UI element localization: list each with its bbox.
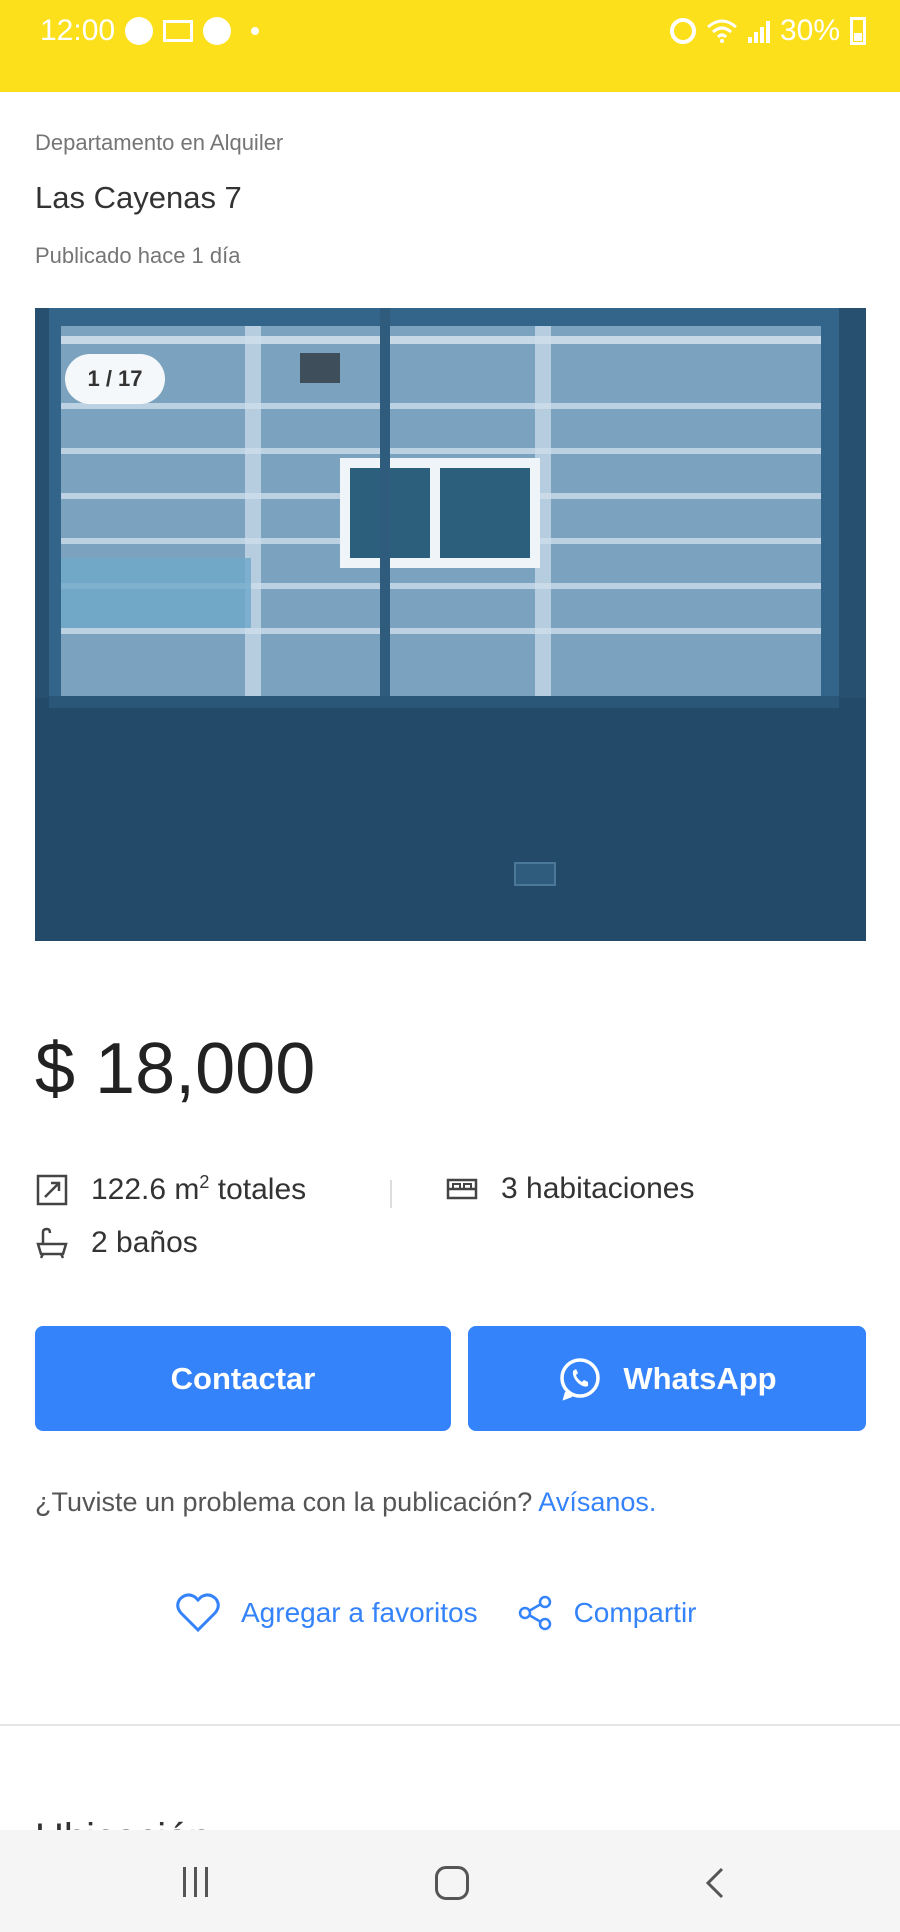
recents-icon[interactable] <box>183 1867 208 1897</box>
photo-gallery[interactable]: 1 / 17 <box>35 308 866 941</box>
add-favorite-button[interactable]: Agregar a favoritos <box>175 1592 478 1634</box>
listing-photo <box>35 308 866 941</box>
feature-area: 122.6 m2 totales <box>35 1172 306 1207</box>
home-icon[interactable] <box>435 1866 469 1900</box>
feature-rooms: 3 habitaciones <box>445 1172 694 1206</box>
report-problem-text: ¿Tuviste un problema con la publicación? <box>35 1487 539 1517</box>
bed-icon <box>446 1178 478 1200</box>
contact-button-label: Contactar <box>170 1360 316 1396</box>
status-time: 12:00 <box>40 14 116 47</box>
feature-baths: 2 baños <box>35 1226 198 1260</box>
feature-divider <box>390 1180 392 1208</box>
battery-icon <box>850 17 866 45</box>
system-nav-bar <box>0 1830 900 1932</box>
report-problem: ¿Tuviste un problema con la publicación?… <box>35 1487 656 1518</box>
photo-counter: 1 / 17 <box>65 354 165 404</box>
whatsapp-button[interactable]: WhatsApp <box>468 1326 866 1431</box>
section-divider <box>0 1724 900 1726</box>
wifi-icon <box>706 19 737 43</box>
report-problem-link[interactable]: Avísanos. <box>538 1487 656 1517</box>
feature-area-text: 122.6 m2 totales <box>91 1172 307 1206</box>
alarm-icon <box>669 18 696 44</box>
listing-title: Las Cayenas 7 <box>35 180 242 215</box>
heart-icon <box>176 1593 220 1633</box>
chrome-icon <box>203 17 232 45</box>
share-icon <box>518 1595 551 1631</box>
location-heading: Ubicación <box>35 1818 211 1830</box>
chrome-icon <box>125 17 154 45</box>
bathtub-icon <box>36 1227 68 1259</box>
feature-baths-text: 2 baños <box>91 1226 198 1259</box>
whatsapp-button-label: WhatsApp <box>623 1360 777 1396</box>
status-left: 12:00 <box>40 14 260 48</box>
contact-button[interactable]: Contactar <box>35 1326 451 1431</box>
notification-dot-icon <box>251 27 260 35</box>
listing-category: Departamento en Alquiler <box>35 130 284 155</box>
signal-icon <box>747 19 770 43</box>
back-icon[interactable] <box>700 1866 730 1900</box>
listing-price: $ 18,000 <box>35 1029 316 1109</box>
area-icon <box>36 1174 68 1205</box>
share-button[interactable]: Compartir <box>516 1594 697 1632</box>
status-right: 30% <box>669 14 866 48</box>
listing-actions: Agregar a favoritos Compartir <box>175 1592 697 1634</box>
battery-percent: 30% <box>779 14 840 47</box>
status-bar: 12:00 30% <box>0 0 900 92</box>
gmail-icon <box>163 20 194 42</box>
whatsapp-icon <box>560 1357 601 1401</box>
share-label: Compartir <box>573 1597 697 1628</box>
listing-published-date: Publicado hace 1 día <box>35 243 241 268</box>
feature-rooms-text: 3 habitaciones <box>501 1172 695 1205</box>
add-favorite-label: Agregar a favoritos <box>241 1597 478 1628</box>
